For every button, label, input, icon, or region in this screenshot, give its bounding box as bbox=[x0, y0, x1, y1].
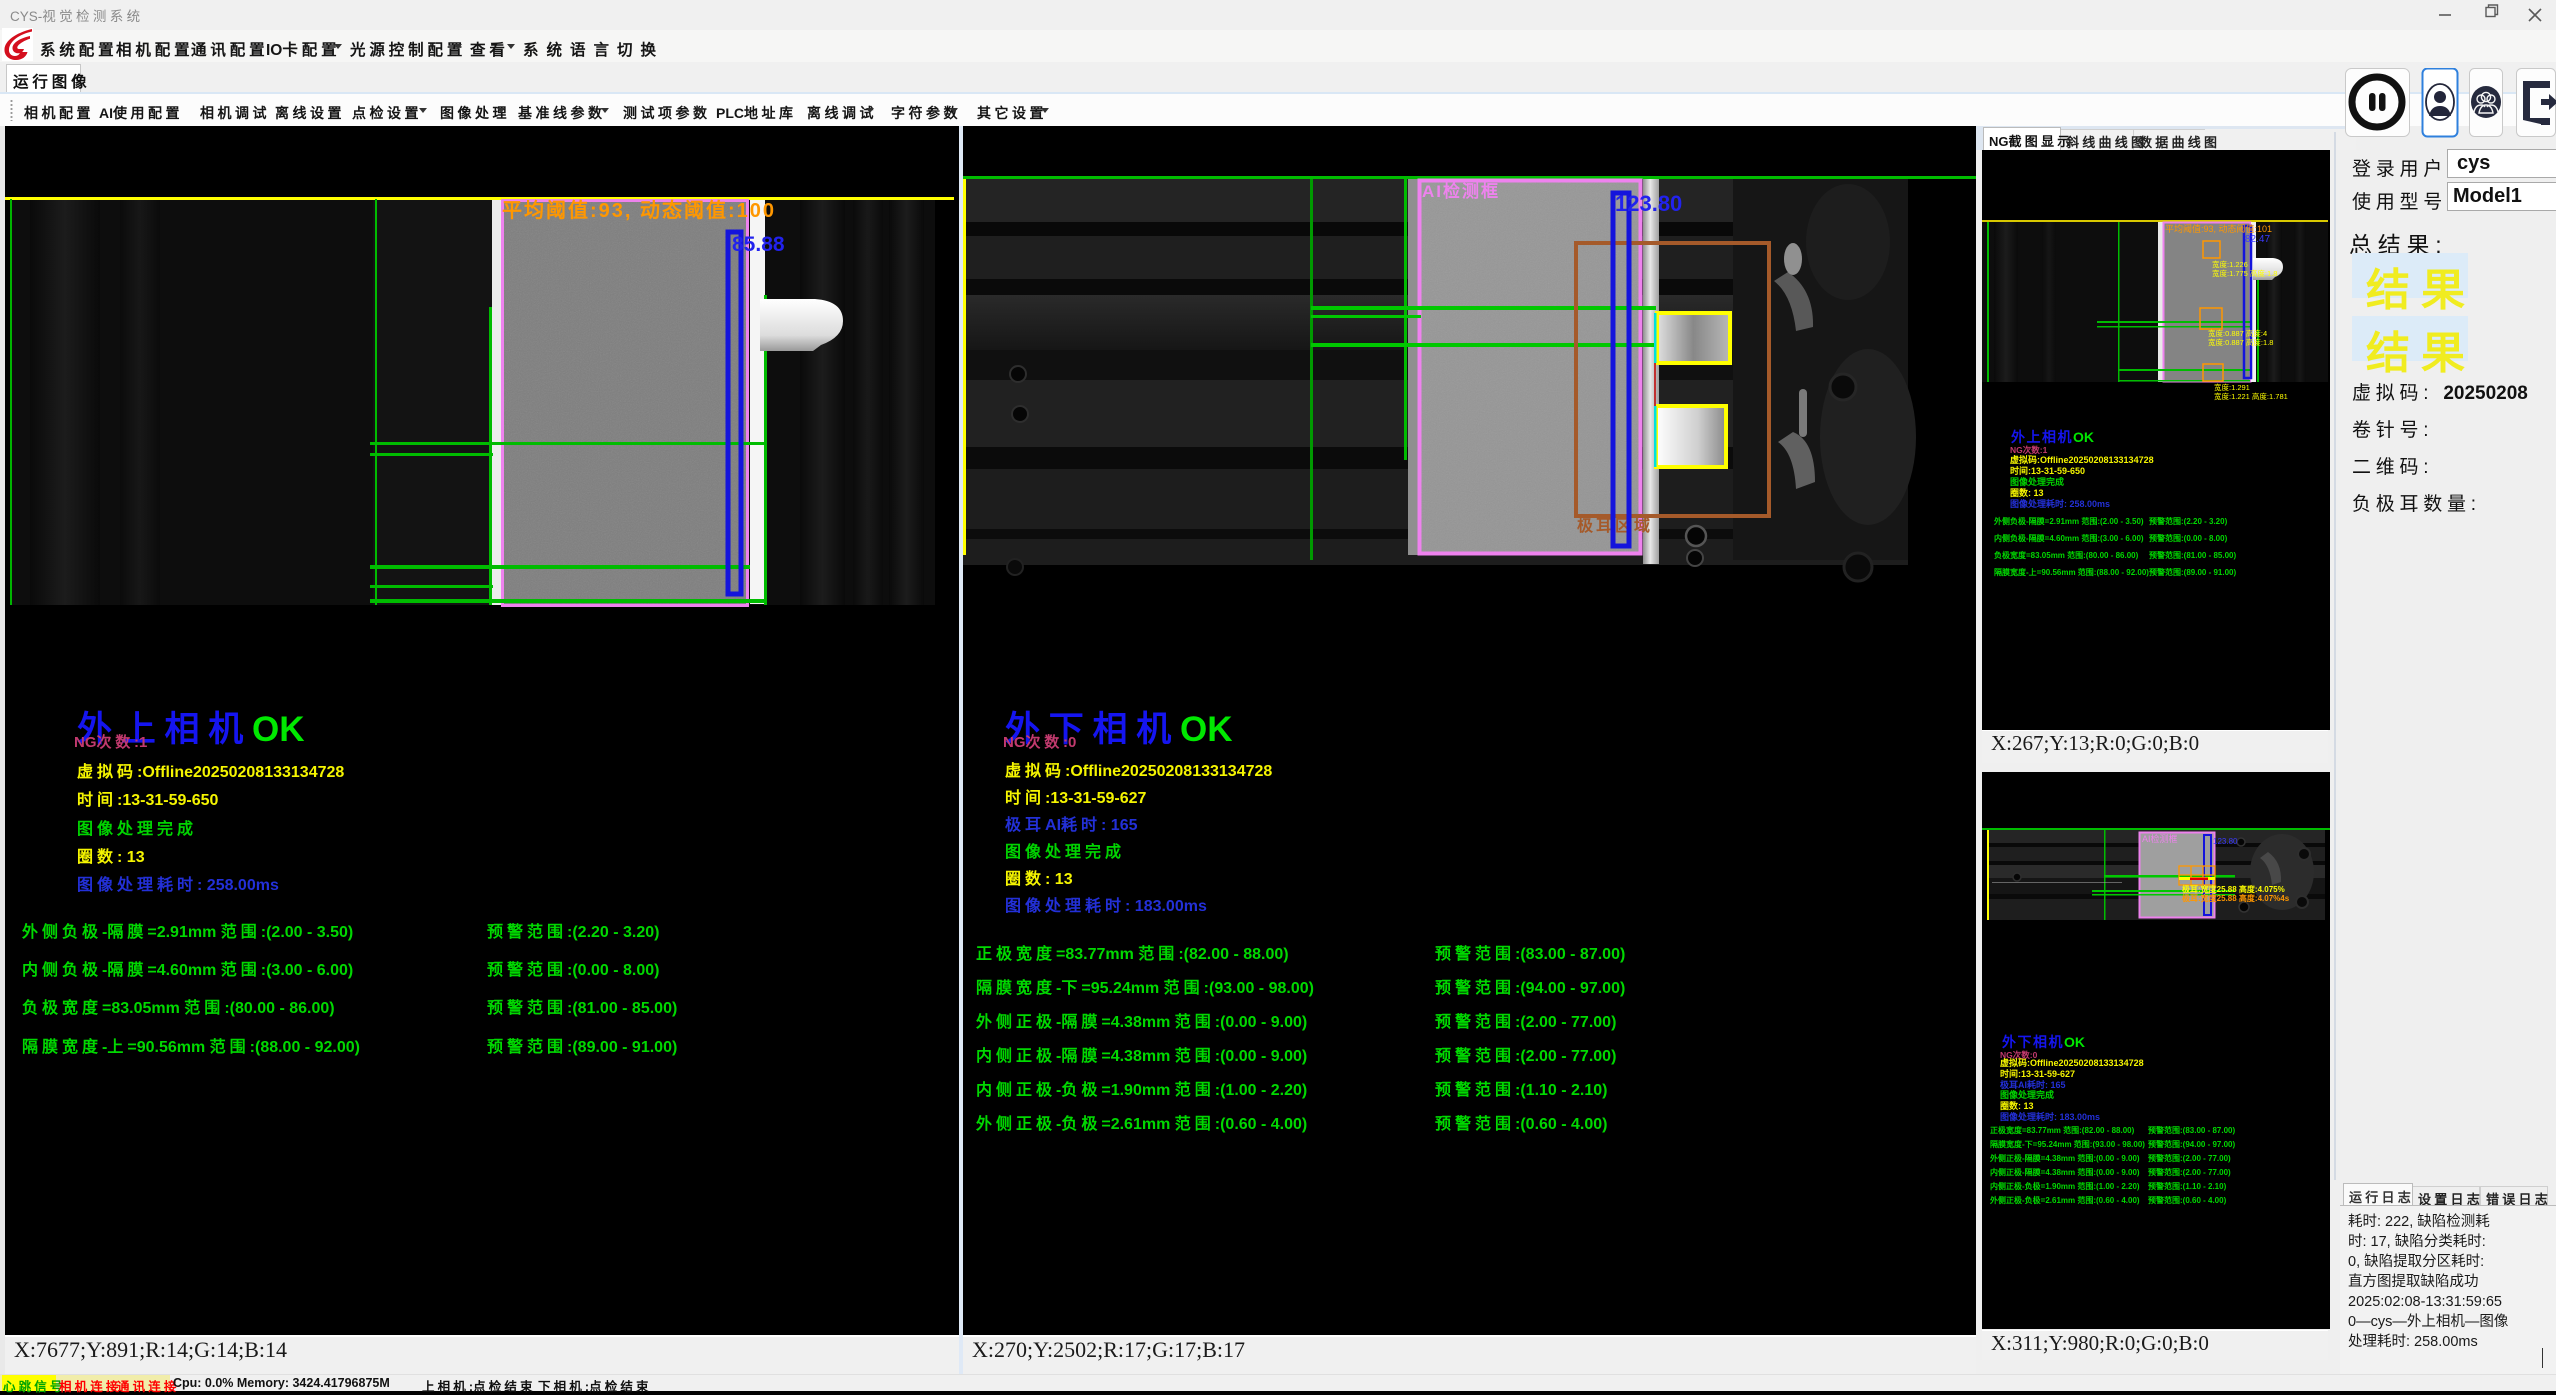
svg-text:宽度:0.887 高度:4: 宽度:0.887 高度:4 bbox=[2208, 328, 2267, 338]
svg-text:预警范围:(2.20 - 3.20): 预警范围:(2.20 - 3.20) bbox=[2149, 516, 2228, 526]
svg-text:123.80: 123.80 bbox=[1615, 191, 1682, 216]
svg-text:宽度:1.226: 宽度:1.226 bbox=[2212, 259, 2248, 269]
svg-text:宽度:1.775 高度:1.8: 宽度:1.775 高度:1.8 bbox=[2212, 268, 2277, 278]
svg-text:平均阈值:93, 动态阈值:101: 平均阈值:93, 动态阈值:101 bbox=[2165, 223, 2272, 234]
svg-text:图像处理耗时: 183.00ms: 图像处理耗时: 183.00ms bbox=[2000, 1111, 2100, 1122]
svg-text:外侧正极-隔膜=4.38mm 范围:(0.00 - 9.00: 外侧正极-隔膜=4.38mm 范围:(0.00 - 9.00) bbox=[1990, 1153, 2140, 1163]
svg-text:外上相机OK: 外上相机OK bbox=[2011, 429, 2094, 445]
svg-text:内侧正极-隔膜=4.38mm 范围:(0.00 - 9.00: 内侧正极-隔膜=4.38mm 范围:(0.00 - 9.00) bbox=[1990, 1167, 2140, 1177]
svg-text:图像处理完成: 图像处理完成 bbox=[2000, 1089, 2054, 1100]
svg-text:极耳:宽度25.88 高度:4.07%4s: 极耳:宽度25.88 高度:4.07%4s bbox=[2182, 893, 2290, 903]
svg-text:预警范围:(83.00 - 87.00): 预警范围:(83.00 - 87.00) bbox=[2148, 1125, 2235, 1135]
svg-text:图像处理耗时: 258.00ms: 图像处理耗时: 258.00ms bbox=[2010, 498, 2110, 509]
svg-text:图像处理完成: 图像处理完成 bbox=[2010, 476, 2064, 487]
svg-text:平均阈值:93, 动态阈值:100: 平均阈值:93, 动态阈值:100 bbox=[502, 198, 776, 222]
svg-text:宽度:0.887 高度:1.8: 宽度:0.887 高度:1.8 bbox=[2208, 337, 2273, 347]
svg-text:虚拟码:Offline20250208133134728: 虚拟码:Offline20250208133134728 bbox=[2000, 1057, 2144, 1068]
svg-text:宽度:1.291: 宽度:1.291 bbox=[2214, 382, 2250, 392]
svg-text:预警范围:(0.00 - 8.00): 预警范围:(0.00 - 8.00) bbox=[2149, 533, 2228, 543]
svg-text:82.47: 82.47 bbox=[2245, 234, 2270, 245]
svg-text:预警范围:(2.00 - 77.00): 预警范围:(2.00 - 77.00) bbox=[2148, 1167, 2231, 1177]
svg-text:负极宽度=83.05mm 范围:(80.00 - 86.00: 负极宽度=83.05mm 范围:(80.00 - 86.00) bbox=[1994, 550, 2139, 560]
svg-text:预警范围:(1.10 - 2.10): 预警范围:(1.10 - 2.10) bbox=[2148, 1181, 2227, 1191]
svg-text:预警范围:(81.00 - 85.00): 预警范围:(81.00 - 85.00) bbox=[2149, 550, 2236, 560]
svg-text:虚拟码:Offline20250208133134728: 虚拟码:Offline20250208133134728 bbox=[2010, 454, 2154, 465]
svg-text:内侧正极-负极=1.90mm 范围:(1.00 - 2.20: 内侧正极-负极=1.90mm 范围:(1.00 - 2.20) bbox=[1990, 1181, 2140, 1191]
svg-text:预警范围:(94.00 - 97.00): 预警范围:(94.00 - 97.00) bbox=[2148, 1139, 2235, 1149]
svg-text:外侧负极-隔膜=2.91mm 范围:(2.00 - 3.50: 外侧负极-隔膜=2.91mm 范围:(2.00 - 3.50) bbox=[1994, 516, 2144, 526]
svg-text:时间:13-31-59-650: 时间:13-31-59-650 bbox=[2010, 465, 2085, 476]
svg-text:123.80: 123.80 bbox=[2213, 837, 2238, 846]
svg-text:NG次数:1: NG次数:1 bbox=[2010, 445, 2048, 455]
svg-text:AI检测框: AI检测框 bbox=[2142, 833, 2178, 844]
svg-text:宽度:1.221 高度:1.781: 宽度:1.221 高度:1.781 bbox=[2214, 391, 2288, 401]
svg-text:圈数: 13: 圈数: 13 bbox=[2010, 487, 2044, 498]
svg-text:隔膜宽度-下=95.24mm 范围:(93.00 - 98.: 隔膜宽度-下=95.24mm 范围:(93.00 - 98.00) bbox=[1990, 1139, 2145, 1149]
svg-text:时间:13-31-59-627: 时间:13-31-59-627 bbox=[2000, 1068, 2075, 1079]
svg-text:极耳:宽度25.88 高度:4.075%: 极耳:宽度25.88 高度:4.075% bbox=[2182, 884, 2285, 894]
svg-text:内侧负极-隔膜=4.60mm 范围:(3.00 - 6.00: 内侧负极-隔膜=4.60mm 范围:(3.00 - 6.00) bbox=[1994, 533, 2144, 543]
svg-text:圈数: 13: 圈数: 13 bbox=[2000, 1100, 2034, 1111]
svg-text:正极宽度=83.77mm 范围:(82.00 - 88.00: 正极宽度=83.77mm 范围:(82.00 - 88.00) bbox=[1990, 1125, 2135, 1135]
svg-text:外侧正极-负极=2.61mm 范围:(0.60 - 4.00: 外侧正极-负极=2.61mm 范围:(0.60 - 4.00) bbox=[1990, 1195, 2140, 1205]
svg-text:85.88: 85.88 bbox=[732, 233, 785, 256]
svg-text:隔膜宽度-上=90.56mm 范围:(88.00 - 92.: 隔膜宽度-上=90.56mm 范围:(88.00 - 92.00) bbox=[1994, 567, 2149, 577]
svg-text:极耳AI耗时: 165: 极耳AI耗时: 165 bbox=[2000, 1079, 2066, 1090]
svg-text:AI检测框: AI检测框 bbox=[1422, 181, 1500, 201]
svg-text:预警范围:(2.00 - 77.00): 预警范围:(2.00 - 77.00) bbox=[2148, 1153, 2231, 1163]
svg-text:外下相机OK: 外下相机OK bbox=[2002, 1034, 2085, 1050]
svg-text:预警范围:(89.00 - 91.00): 预警范围:(89.00 - 91.00) bbox=[2149, 567, 2236, 577]
svg-text:预警范围:(0.60 - 4.00): 预警范围:(0.60 - 4.00) bbox=[2148, 1195, 2227, 1205]
